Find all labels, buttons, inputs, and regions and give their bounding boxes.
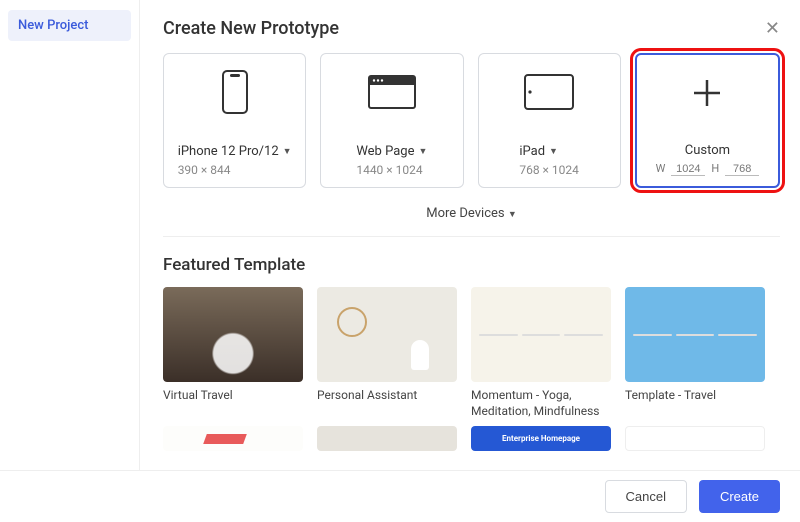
- page-title: Create New Prototype: [163, 18, 339, 39]
- tablet-icon: [524, 68, 574, 116]
- device-dimensions: 390 × 844: [178, 163, 292, 177]
- template-thumbnail: [163, 426, 303, 451]
- template-item[interactable]: [625, 426, 765, 451]
- main-panel: Create New Prototype ✕ iPhone 12 Pro/12 ▼…: [155, 0, 800, 522]
- phone-icon: [222, 68, 248, 116]
- device-card-iphone[interactable]: iPhone 12 Pro/12 ▼ 390 × 844: [163, 53, 306, 188]
- device-label: Custom: [685, 143, 730, 158]
- template-item[interactable]: [163, 426, 303, 451]
- more-devices-toggle[interactable]: More Devices ▼: [163, 200, 780, 236]
- chevron-down-icon: ▼: [283, 146, 292, 157]
- template-personal-assistant[interactable]: Personal Assistant: [317, 287, 457, 418]
- template-label: Template - Travel: [625, 388, 765, 418]
- footer: Cancel Create: [0, 470, 800, 522]
- device-label: iPhone 12 Pro/12: [178, 144, 279, 159]
- template-thumbnail: [317, 426, 457, 451]
- template-thumbnail: [625, 287, 765, 382]
- template-row: Virtual Travel Personal Assistant Moment…: [163, 287, 780, 418]
- cancel-button[interactable]: Cancel: [605, 480, 687, 513]
- template-row-partial: Enterprise Homepage: [163, 426, 780, 451]
- device-dimensions: 768 × 1024: [519, 163, 579, 177]
- device-label: iPad: [519, 144, 545, 159]
- width-prefix: W: [656, 162, 666, 175]
- device-card-webpage[interactable]: Web Page ▼ 1440 × 1024: [320, 53, 463, 188]
- device-grid: iPhone 12 Pro/12 ▼ 390 × 844 Web Page ▼ 14…: [163, 53, 780, 188]
- template-label: Personal Assistant: [317, 388, 457, 418]
- featured-template-title: Featured Template: [163, 255, 780, 275]
- sidebar: New Project: [0, 0, 140, 522]
- plus-icon: [690, 69, 724, 117]
- template-travel[interactable]: Template - Travel: [625, 287, 765, 418]
- height-prefix: H: [711, 162, 719, 175]
- device-card-custom[interactable]: Custom W H: [635, 53, 780, 188]
- chevron-down-icon: ▼: [418, 146, 427, 157]
- device-card-ipad[interactable]: iPad ▼ 768 × 1024: [478, 53, 621, 188]
- device-label: Web Page: [356, 144, 414, 159]
- template-thumbnail: [317, 287, 457, 382]
- template-virtual-travel[interactable]: Virtual Travel: [163, 287, 303, 418]
- browser-icon: [368, 68, 416, 116]
- custom-height-input[interactable]: [725, 163, 759, 176]
- template-thumbnail: [471, 287, 611, 382]
- template-item[interactable]: [317, 426, 457, 451]
- sidebar-item-new-project[interactable]: New Project: [8, 10, 131, 41]
- template-thumbnail: [625, 426, 765, 451]
- template-thumbnail: [163, 287, 303, 382]
- template-label: Virtual Travel: [163, 388, 303, 418]
- device-dimensions: 1440 × 1024: [356, 163, 427, 177]
- template-thumbnail: Enterprise Homepage: [471, 426, 611, 451]
- template-enterprise-homepage[interactable]: Enterprise Homepage: [471, 426, 611, 451]
- chevron-down-icon: ▼: [508, 210, 517, 220]
- create-button[interactable]: Create: [699, 480, 780, 513]
- template-label: Momentum - Yoga, Meditation, Mindfulness: [471, 388, 611, 418]
- close-icon[interactable]: ✕: [765, 20, 780, 38]
- chevron-down-icon: ▼: [549, 146, 558, 157]
- divider: [163, 236, 780, 237]
- template-momentum[interactable]: Momentum - Yoga, Meditation, Mindfulness: [471, 287, 611, 418]
- custom-width-input[interactable]: [671, 163, 705, 176]
